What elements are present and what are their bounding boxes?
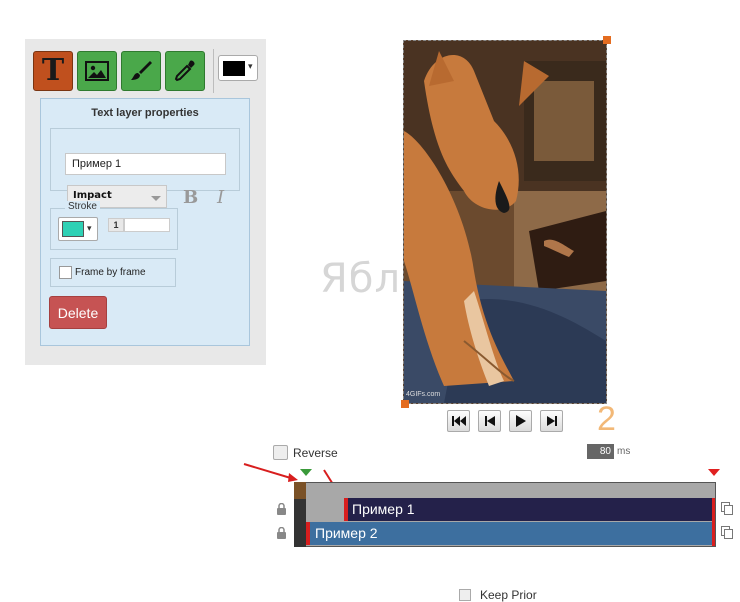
eyedropper-icon	[174, 60, 195, 82]
delete-button[interactable]: Delete	[49, 296, 107, 329]
stroke-legend: Stroke	[65, 201, 100, 212]
step-number: 2	[597, 400, 616, 438]
frame-by-frame-checkbox[interactable]	[59, 266, 72, 279]
chevron-down-icon: ▾	[248, 61, 253, 71]
gif-canvas[interactable]	[403, 40, 607, 404]
gif-credit-text: 4GIFs.com	[406, 391, 441, 398]
range-end-line	[712, 498, 715, 546]
stroke-color-dropdown[interactable]: ▾	[58, 217, 98, 241]
chevron-down-icon: ▾	[87, 223, 92, 233]
tool-panel: T ▾ Text layer properties Impact	[25, 39, 266, 365]
brush-tool-button[interactable]	[121, 51, 161, 91]
image-icon	[85, 61, 109, 81]
text-fieldset: Impact B I	[50, 128, 240, 208]
step-back-icon	[484, 416, 495, 426]
text-icon: T	[41, 53, 65, 88]
lock-icon[interactable]	[276, 503, 287, 515]
frame-delay-unit: ms	[617, 446, 631, 457]
chevron-down-icon	[151, 196, 161, 201]
keep-prior-label: Keep Prior	[480, 588, 537, 602]
stroke-width-value: 1	[108, 218, 124, 232]
layer-track-1[interactable]: Пример 1	[344, 498, 714, 521]
frame-delay-input[interactable]: 80	[587, 444, 614, 459]
stroke-width-slider[interactable]	[124, 218, 170, 232]
range-start-marker[interactable]	[300, 469, 312, 476]
eyedropper-tool-button[interactable]	[165, 51, 205, 91]
first-frame-button[interactable]	[447, 410, 470, 432]
italic-button[interactable]: I	[217, 187, 224, 208]
resize-handle-top-right[interactable]	[603, 36, 611, 44]
layer-track-2[interactable]: Пример 2	[306, 522, 714, 545]
text-tool-button[interactable]: T	[33, 51, 73, 91]
font-select-value: Impact	[73, 190, 112, 201]
lock-icon[interactable]	[276, 527, 287, 539]
reverse-label: Reverse	[293, 446, 338, 460]
step-forward-icon	[546, 416, 557, 426]
play-icon	[515, 415, 526, 427]
play-button[interactable]	[509, 410, 532, 432]
properties-title: Text layer properties	[91, 107, 199, 119]
brush-icon	[131, 61, 152, 80]
duplicate-icon[interactable]	[721, 502, 733, 515]
reverse-checkbox[interactable]	[273, 445, 288, 460]
toolbar-divider	[213, 49, 214, 93]
timeline-frame-thumb	[294, 482, 306, 499]
image-tool-button[interactable]	[77, 51, 117, 91]
stroke-color-swatch	[62, 221, 84, 237]
text-layer-properties-panel: Text layer properties Impact B I Stroke …	[40, 98, 250, 346]
skip-back-icon	[451, 416, 466, 426]
bold-button[interactable]: B	[183, 187, 198, 208]
resize-handle-bottom-left[interactable]	[401, 400, 409, 408]
fill-color-dropdown[interactable]: ▾	[218, 55, 258, 81]
previous-frame-button[interactable]	[478, 410, 501, 432]
layer-text-input[interactable]	[65, 153, 226, 175]
range-end-marker[interactable]	[708, 469, 720, 476]
duplicate-icon[interactable]	[721, 526, 733, 539]
last-frame-button[interactable]	[540, 410, 563, 432]
keep-prior-checkbox[interactable]	[459, 589, 471, 601]
fill-color-swatch	[223, 61, 245, 76]
frame-by-frame-label: Frame by frame	[75, 267, 146, 278]
dog-photo	[404, 41, 606, 403]
